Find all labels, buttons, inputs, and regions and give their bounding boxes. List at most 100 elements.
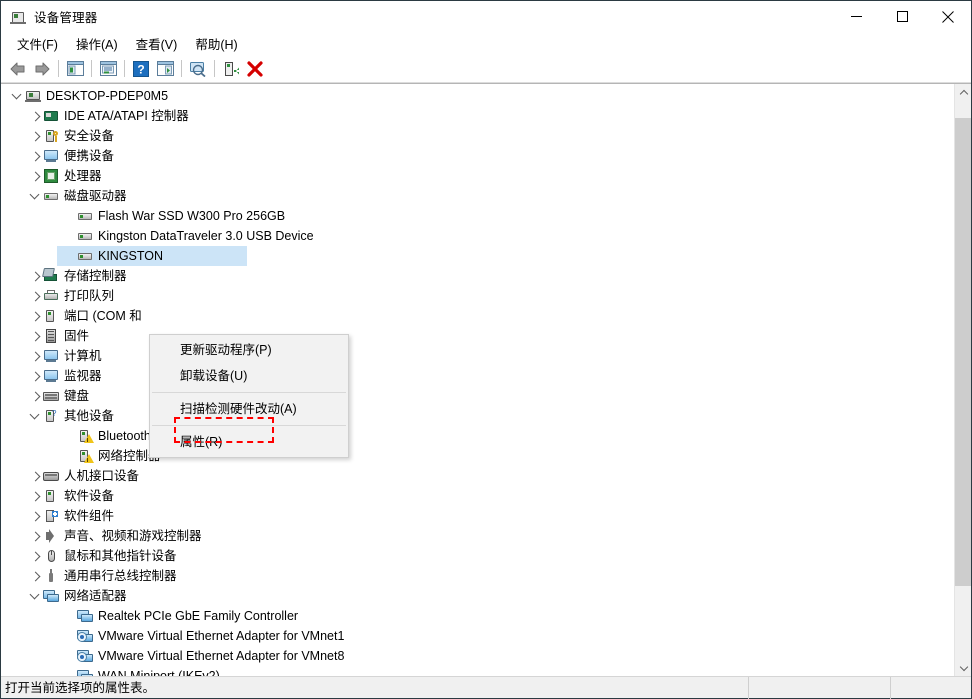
window-controls [833, 1, 971, 32]
tree-row[interactable]: 网络控制器 [1, 446, 954, 466]
chevron-right-icon[interactable] [27, 148, 43, 164]
menu-action[interactable]: 操作(A) [67, 32, 127, 56]
toolbar-separator-3 [124, 60, 125, 77]
help-button[interactable]: ? [129, 57, 153, 80]
vertical-scrollbar[interactable] [954, 84, 971, 676]
tree-row[interactable]: 端口 (COM 和 [1, 306, 954, 326]
chevron-right-icon[interactable] [27, 488, 43, 504]
tree-row[interactable]: 通用串行总线控制器 [1, 566, 954, 586]
context-menu[interactable]: 更新驱动程序(P) 卸载设备(U) 扫描检测硬件改动(A) 属性(R) [149, 334, 349, 458]
chevron-right-icon[interactable] [27, 348, 43, 364]
tree-row[interactable]: 便携设备 [1, 146, 954, 166]
tree-row[interactable]: 软件设备 [1, 486, 954, 506]
usb-icon [43, 568, 59, 584]
tree-row[interactable]: 监视器 [1, 366, 954, 386]
tree-row[interactable]: 存储控制器 [1, 266, 954, 286]
network-adapter-icon [43, 588, 59, 604]
chevron-right-icon[interactable] [27, 168, 43, 184]
window-title: 设备管理器 [34, 11, 98, 25]
chevron-down-icon[interactable] [27, 588, 43, 604]
chevron-right-icon[interactable] [27, 508, 43, 524]
tree-row[interactable]: 声音、视频和游戏控制器 [1, 526, 954, 546]
tree-row[interactable]: 鼠标和其他指针设备 [1, 546, 954, 566]
tree-row[interactable]: 固件 [1, 326, 954, 346]
tree-row[interactable]: VMware Virtual Ethernet Adapter for VMne… [1, 626, 954, 646]
tree-row-label: 网络适配器 [64, 589, 127, 603]
status-pane-2 [749, 676, 891, 699]
chevron-right-icon[interactable] [27, 388, 43, 404]
action-menu-button[interactable] [153, 57, 177, 80]
tree-row[interactable]: Kingston DataTraveler 3.0 USB Device [1, 226, 954, 246]
chevron-right-icon[interactable] [27, 368, 43, 384]
scan-hardware-button[interactable] [186, 57, 210, 80]
chevron-right-icon[interactable] [27, 308, 43, 324]
chevron-right-icon[interactable] [27, 128, 43, 144]
tree-row[interactable]: Realtek PCIe GbE Family Controller [1, 606, 954, 626]
chevron-down-icon[interactable] [27, 408, 43, 424]
ctx-uninstall-device[interactable]: 卸载设备(U) [150, 363, 348, 389]
device-tree[interactable]: DESKTOP-PDEP0M5 IDE ATA/ATAPI 控制器 安全设备 便携设备… [1, 84, 954, 676]
tree-row[interactable]: WAN Miniport (IKEv2) [1, 666, 954, 676]
toolbar: ? [1, 55, 971, 83]
close-button[interactable] [925, 1, 971, 32]
tree-row-label: 通用串行总线控制器 [64, 569, 177, 583]
chevron-right-icon[interactable] [27, 108, 43, 124]
update-driver-button[interactable] [219, 57, 243, 80]
chevron-down-icon[interactable] [27, 188, 43, 204]
chevron-right-icon[interactable] [27, 268, 43, 284]
scroll-track[interactable] [955, 101, 971, 659]
ctx-properties[interactable]: 属性(R) [150, 429, 348, 455]
ctx-scan-hardware[interactable]: 扫描检测硬件改动(A) [150, 396, 348, 422]
tree-row[interactable]: IDE ATA/ATAPI 控制器 [1, 106, 954, 126]
tree-row-label: KINGSTON [98, 249, 164, 263]
tree-row-label: Realtek PCIe GbE Family Controller [98, 609, 299, 623]
tree-row-label: Kingston DataTraveler 3.0 USB Device [98, 229, 314, 243]
chevron-right-icon[interactable] [27, 568, 43, 584]
tree-row[interactable]: ? 其他设备 [1, 406, 954, 426]
tree-row[interactable]: VMware Virtual Ethernet Adapter for VMne… [1, 646, 954, 666]
tree-row[interactable]: 处理器 [1, 166, 954, 186]
disk-drive-icon [77, 228, 93, 244]
ctx-update-driver[interactable]: 更新驱动程序(P) [150, 337, 348, 363]
tree-row-label: VMware Virtual Ethernet Adapter for VMne… [98, 629, 345, 643]
chevron-right-icon[interactable] [27, 548, 43, 564]
tree-row[interactable]: Flash War SSD W300 Pro 256GB [1, 206, 954, 226]
tree-row[interactable]: 人机接口设备 [1, 466, 954, 486]
ports-icon [43, 308, 59, 324]
scroll-down-arrow[interactable] [955, 659, 971, 676]
tree-row[interactable]: 网络适配器 [1, 586, 954, 606]
keyboard-icon [43, 388, 59, 404]
minimize-button[interactable] [833, 1, 879, 32]
tree-row[interactable]: 软件组件 [1, 506, 954, 526]
tree-row[interactable]: 键盘 [1, 386, 954, 406]
chevron-right-icon[interactable] [27, 528, 43, 544]
back-button[interactable] [6, 57, 30, 80]
tree-row[interactable]: DESKTOP-PDEP0M5 [1, 86, 954, 106]
software-device-icon [43, 488, 59, 504]
tree-row[interactable]: KINGSTON [1, 246, 954, 266]
tree-row[interactable]: 安全设备 [1, 126, 954, 146]
tree-row[interactable]: 计算机 [1, 346, 954, 366]
properties-button[interactable] [96, 57, 120, 80]
tree-row[interactable]: Bluetooth USB Host Controller [1, 426, 954, 446]
maximize-button[interactable] [879, 1, 925, 32]
tree-row[interactable]: 磁盘驱动器 [1, 186, 954, 206]
chevron-down-icon[interactable] [9, 88, 25, 104]
forward-button[interactable] [30, 57, 54, 80]
tree-row-label: 固件 [64, 329, 90, 343]
portable-device-icon [43, 148, 59, 164]
menu-file[interactable]: 文件(F) [8, 32, 67, 56]
scroll-up-arrow[interactable] [955, 84, 971, 101]
scroll-thumb[interactable] [955, 117, 971, 587]
tree-row[interactable]: 打印队列 [1, 286, 954, 306]
menu-help[interactable]: 帮助(H) [186, 32, 246, 56]
menu-view[interactable]: 查看(V) [127, 32, 187, 56]
chevron-right-icon[interactable] [27, 468, 43, 484]
chevron-right-icon[interactable] [27, 328, 43, 344]
chevron-right-icon[interactable] [27, 288, 43, 304]
device-manager-icon [9, 8, 27, 26]
uninstall-device-button[interactable] [243, 57, 267, 80]
show-hide-tree-button[interactable] [63, 57, 87, 80]
